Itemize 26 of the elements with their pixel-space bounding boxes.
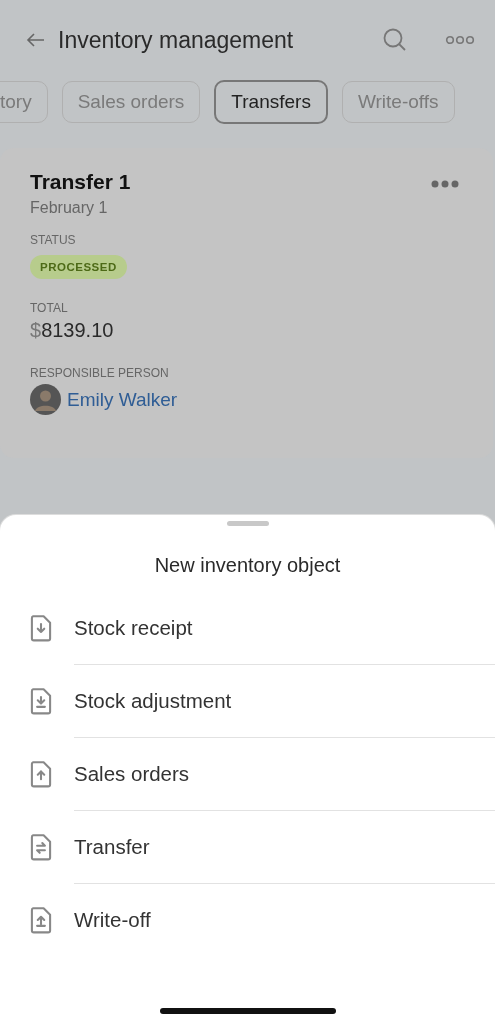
avatar [30, 384, 61, 415]
page-title: Inventory management [58, 26, 295, 54]
menu-item[interactable]: Write-off [74, 908, 151, 932]
drag-handle[interactable] [226, 521, 269, 526]
document-icon [28, 685, 54, 716]
menu-item[interactable]: Sales orders [74, 762, 190, 786]
card-date: February 1 [30, 199, 109, 217]
document-icon [28, 758, 54, 789]
currency-sign: $ [30, 319, 42, 342]
menu-item[interactable]: Stock receipt [74, 615, 193, 640]
document-icon [28, 904, 54, 935]
field-label: RESPONSIBLE PERSON [30, 366, 170, 380]
sheet-title: New inventory object [153, 554, 342, 577]
card-title: Transfer 1 [30, 170, 131, 194]
document-icon [28, 831, 54, 862]
field-label: STATUS [30, 233, 77, 247]
menu-item[interactable]: Stock adjustment [74, 689, 232, 713]
field-label: TOTAL [30, 301, 69, 315]
menu-item[interactable]: Transfer [74, 835, 150, 859]
document-icon [28, 612, 54, 643]
status-badge: PROCESSED [30, 255, 127, 279]
more-icon[interactable] [431, 180, 459, 188]
more-icon[interactable] [445, 33, 475, 47]
person-link[interactable]: Emily Walker [67, 388, 178, 411]
filter-tab[interactable]: Transfers [214, 80, 328, 124]
total-amount: 8139.10 [41, 319, 114, 342]
